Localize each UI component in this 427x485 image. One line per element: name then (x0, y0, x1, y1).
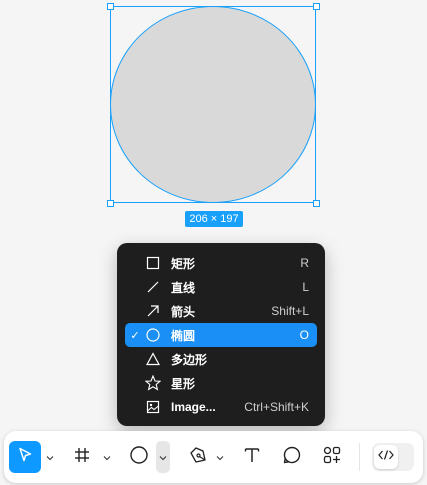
chevron-down-icon (216, 448, 224, 466)
menu-item-shortcut: Ctrl+Shift+K (244, 400, 309, 414)
menu-item-ellipse[interactable]: ✓ 椭圆 O (125, 323, 317, 347)
frame-hash-icon (73, 446, 91, 469)
move-tool-button[interactable] (9, 441, 41, 473)
menu-item-image[interactable]: Image... Ctrl+Shift+K (125, 395, 317, 419)
menu-item-arrow[interactable]: 箭头 Shift+L (125, 299, 317, 323)
menu-item-shortcut: O (299, 328, 309, 342)
actions-tool-button[interactable] (316, 441, 348, 473)
dimension-badge: 206 × 197 (185, 211, 243, 227)
handle-top-left[interactable] (107, 3, 114, 10)
menu-item-rectangle[interactable]: 矩形 R (125, 251, 317, 275)
text-tool-icon (243, 446, 261, 469)
handle-top-right[interactable] (313, 3, 320, 10)
menu-item-shortcut: Shift+L (271, 304, 309, 318)
star-icon (143, 375, 163, 391)
menu-item-label: 多边形 (171, 352, 208, 367)
actions-shapes-icon (322, 445, 342, 470)
dev-mode-toggle[interactable] (372, 443, 414, 471)
chevron-down-icon (46, 448, 54, 466)
cursor-arrow-icon (16, 446, 34, 469)
menu-item-shortcut: L (302, 280, 309, 294)
polygon-icon (143, 351, 163, 367)
menu-item-label: Image... (171, 400, 216, 414)
handle-bottom-left[interactable] (107, 200, 114, 207)
menu-item-shortcut: R (300, 256, 309, 270)
chevron-down-icon (103, 448, 111, 466)
image-icon (143, 399, 163, 415)
pen-tool-chevron[interactable] (213, 441, 227, 473)
menu-item-label: 星形 (171, 376, 196, 391)
menu-item-line[interactable]: 直线 L (125, 275, 317, 299)
rectangle-icon (143, 255, 163, 271)
comment-tool-button[interactable] (276, 441, 308, 473)
line-icon (143, 279, 163, 295)
chevron-down-icon (159, 448, 167, 466)
frame-tool-button[interactable] (66, 441, 98, 473)
shape-tool-chevron[interactable] (156, 441, 170, 473)
shape-menu: 矩形 R 直线 L 箭头 Shift+L ✓ 椭圆 O 多边形 星形 Image… (117, 243, 325, 426)
bottom-toolbar (4, 431, 423, 483)
menu-item-label: 直线 (171, 280, 196, 295)
menu-item-star[interactable]: 星形 (125, 371, 317, 395)
frame-tool-chevron[interactable] (100, 441, 114, 473)
ellipse-icon (129, 445, 149, 470)
shape-tool-button[interactable] (123, 441, 155, 473)
arrow-icon (143, 303, 163, 319)
check-mark: ✓ (130, 329, 140, 342)
menu-item-polygon[interactable]: 多边形 (125, 347, 317, 371)
selection-box (110, 6, 316, 203)
code-brackets-icon (378, 448, 394, 466)
move-tool-chevron[interactable] (43, 441, 57, 473)
pen-tool-button[interactable] (182, 441, 214, 473)
handle-bottom-right[interactable] (313, 200, 320, 207)
text-tool-button[interactable] (236, 441, 268, 473)
ellipse-icon (143, 327, 163, 343)
menu-item-label: 箭头 (171, 304, 196, 319)
comment-bubble-icon (282, 445, 302, 470)
menu-item-label: 椭圆 (171, 328, 196, 343)
pen-icon (188, 445, 208, 470)
dev-mode-knob (374, 445, 398, 469)
toolbar-divider (359, 443, 360, 471)
menu-item-label: 矩形 (171, 256, 196, 271)
